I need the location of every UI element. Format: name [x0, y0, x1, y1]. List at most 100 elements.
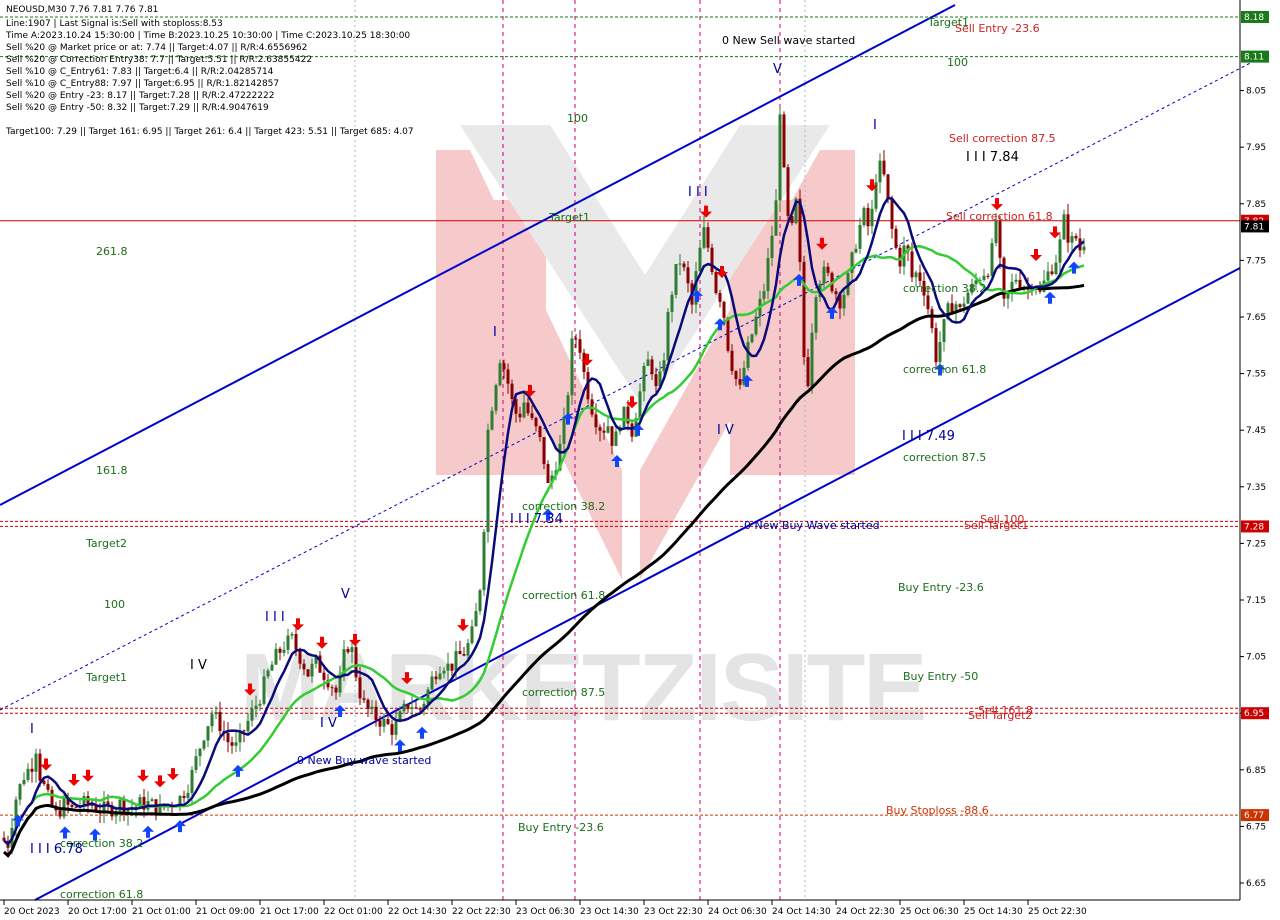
candle-body [278, 648, 282, 653]
candle-body [1066, 214, 1070, 243]
price-tick-label: 7.15 [1246, 596, 1266, 606]
arrow-down-icon [1030, 249, 1042, 262]
candle-body [574, 338, 578, 340]
candle-body [1062, 214, 1066, 240]
candle-body [362, 698, 366, 700]
candle-body [330, 687, 334, 689]
candle-body [482, 532, 486, 591]
price-tick-label: 6.75 [1246, 822, 1266, 832]
candle-body [942, 319, 946, 343]
candle-body [370, 706, 374, 709]
time-tick-label: 23 Oct 14:30 [580, 907, 639, 917]
candle-body [22, 779, 26, 785]
time-tick-label: 21 Oct 09:00 [196, 907, 255, 917]
price-tick-label: 8.05 [1246, 87, 1266, 97]
candle-body [842, 294, 846, 309]
channel-mid [0, 57, 1261, 711]
label-new-buy-wave-1: 0 New Buy Wave started [744, 519, 880, 532]
candle-body [186, 792, 190, 798]
candle-body [826, 266, 830, 273]
price-tick-label: 7.65 [1246, 313, 1266, 323]
label-1618: 161.8 [96, 464, 128, 477]
price-tag-label: 6.95 [1244, 709, 1264, 719]
candle-body [746, 342, 750, 368]
time-tick-label: 24 Oct 14:30 [772, 907, 831, 917]
time-tick-label: 23 Oct 22:30 [644, 907, 703, 917]
arrow-down-icon [68, 774, 80, 787]
candle-body [650, 359, 654, 375]
arrow-down-icon [40, 758, 52, 771]
label-100-top: 100 [947, 56, 968, 69]
candle-body [438, 673, 442, 680]
price-tick-label: 7.25 [1246, 539, 1266, 549]
candle-body [642, 365, 646, 392]
label-wave-i-1: I [30, 722, 34, 737]
price-tick-label: 7.35 [1246, 483, 1266, 493]
price-tag-label: 7.28 [1244, 522, 1264, 532]
candle-body [294, 634, 298, 650]
candle-body [58, 810, 62, 817]
price-tick-label: 7.55 [1246, 370, 1266, 380]
candle-body [702, 227, 706, 248]
arrow-up-icon [632, 423, 644, 436]
candle-body [470, 626, 474, 644]
candle-body [386, 718, 390, 725]
candle-body [286, 635, 290, 650]
label-target2: Target2 [85, 537, 127, 550]
price-axis-ticks: 8.05 7.95 7.85 7.75 7.65 7.55 7.45 7.35 7.25 7.15… [1240, 87, 1266, 889]
candle-body [766, 257, 770, 292]
label-wave-v-1: V [341, 587, 350, 602]
candle-body [646, 359, 650, 366]
candle-body [914, 272, 918, 278]
info-line: Sell %10 @ C_Entry88: 7.97 || Target:6.9… [6, 79, 279, 89]
candle-body [298, 649, 302, 664]
candle-body [722, 301, 726, 318]
candle-body [714, 272, 718, 294]
candle-body [190, 770, 194, 793]
candle-body [202, 740, 206, 749]
time-tick-label: 20 Oct 2023 [4, 907, 60, 917]
candle-body [150, 799, 154, 802]
price-tick-label: 6.85 [1246, 766, 1266, 776]
candle-body [418, 708, 422, 710]
candle-body [206, 726, 210, 741]
candle-body [1050, 271, 1054, 275]
label-corr-875-mid: correction 87.5 [522, 686, 605, 699]
label-wave-iv-2: I V [320, 716, 337, 731]
candle-body [426, 689, 430, 704]
price-tick-label: 7.95 [1246, 143, 1266, 153]
candle-body [230, 742, 234, 746]
candle-body [358, 677, 362, 699]
candle-body [518, 413, 522, 418]
label-wave-iv-3: I V [717, 423, 734, 438]
candle-body [822, 266, 826, 284]
candle-body [506, 369, 510, 384]
candle-body [638, 391, 642, 419]
label-100-mid: 100 [567, 112, 588, 125]
candle-body [542, 437, 546, 465]
candle-body [738, 379, 742, 385]
arrow-up-icon [142, 825, 154, 838]
info-line: Sell %20 @ Entry -50: 8.32 || Target:7.2… [6, 103, 269, 113]
candle-body [950, 303, 954, 313]
candle-body [442, 670, 446, 674]
label-new-sell-wave: 0 New Sell wave started [722, 34, 855, 47]
candle-body [450, 663, 454, 671]
price-chart[interactable]: MARKETZISITE NEOUSD,M30 7.76 7.81 7.76 7 [0, 0, 1280, 920]
time-tick-label: 24 Oct 22:30 [836, 907, 895, 917]
candle-body [1054, 262, 1058, 275]
candle-body [462, 653, 466, 656]
label-buy-entry-50: Buy Entry -50 [903, 670, 978, 683]
candle-body [786, 167, 790, 216]
label-2618: 261.8 [96, 245, 128, 258]
candle-body [502, 363, 506, 370]
label-new-buy-wave-2: 0 New Buy wave started [297, 754, 431, 767]
candle-body [998, 221, 1002, 258]
candle-body [886, 174, 890, 200]
candle-body [782, 114, 786, 168]
time-tick-label: 25 Oct 06:30 [900, 907, 959, 917]
candle-body [494, 385, 498, 411]
label-wave-i-2: I [493, 325, 497, 340]
label-wave-iii-2: I I I [688, 185, 708, 200]
candle-body [406, 703, 410, 710]
